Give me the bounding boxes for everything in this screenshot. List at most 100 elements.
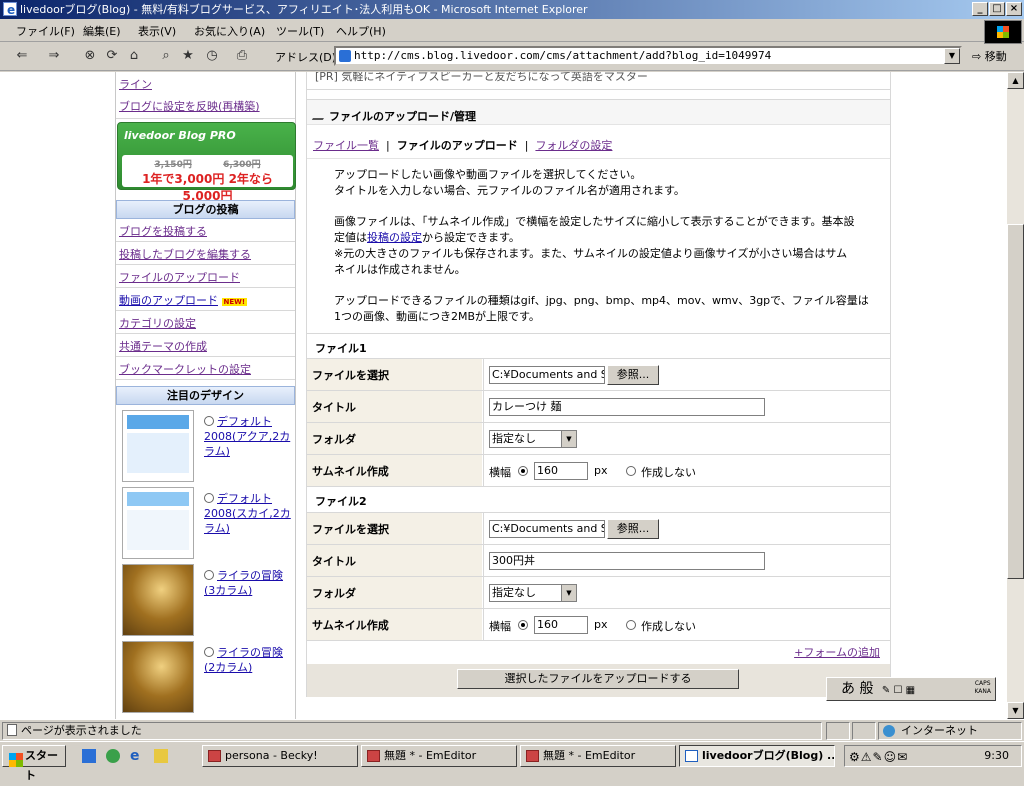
design-option-label[interactable]: ライラの冒険(3カラム) xyxy=(204,568,294,598)
search-icon[interactable]: ⌕ xyxy=(158,48,174,64)
file1-no-thumb-radio[interactable] xyxy=(626,466,636,476)
minimize-button[interactable]: _ xyxy=(972,2,988,16)
file-select-cell: C:¥Documents and S 参照... xyxy=(483,359,890,390)
upload-submit-button[interactable]: 選択したファイルをアップロードする xyxy=(457,669,739,689)
tab-folder-settings[interactable]: フォルダの設定 xyxy=(535,139,612,152)
sidebar-item-bookmarklet[interactable]: ブックマークレットの設定 xyxy=(116,357,295,380)
ime-toolbar[interactable]: あ 般 ✎ ☐ ▦ CAPS KANA xyxy=(826,677,996,701)
px-label: px xyxy=(594,464,608,477)
print-icon[interactable]: ⎙ xyxy=(234,48,250,64)
no-thumb-label: 作成しない xyxy=(641,466,696,479)
sidebar-item-video-upload[interactable]: 動画のアップロード NEW! xyxy=(116,288,295,311)
scroll-down-icon[interactable]: ▼ xyxy=(1007,702,1024,719)
design-link[interactable]: ライラの冒険(2カラム) xyxy=(204,646,283,674)
zone-text: インターネット xyxy=(901,724,978,737)
back-icon[interactable]: ⇐ xyxy=(14,48,30,64)
design-link[interactable]: デフォルト2008(アクア,2カラム) xyxy=(204,415,290,458)
go-label: 移動 xyxy=(984,50,1007,63)
design-thumbnail[interactable] xyxy=(122,487,194,559)
pro-old-price-2: 6,300円 xyxy=(223,160,261,170)
file2-title-input[interactable]: 300円丼 xyxy=(489,552,765,570)
task-emeditor-2[interactable]: 無題 * - EmEditor xyxy=(520,745,676,767)
file2-path-input[interactable]: C:¥Documents and S xyxy=(489,520,605,538)
file1-path-input[interactable]: C:¥Documents and S xyxy=(489,366,605,384)
caps-label: CAPS xyxy=(974,680,991,687)
task-becky[interactable]: persona - Becky! xyxy=(202,745,358,767)
design-thumbnail[interactable] xyxy=(122,641,194,713)
blog-pro-banner[interactable]: livedoor Blog PRO 3,150円 6,300円 1年で3,000… xyxy=(117,122,296,203)
radio-button[interactable] xyxy=(204,647,214,657)
ime-tool-icons[interactable]: ✎ ☐ ▦ xyxy=(882,685,915,696)
design-option-label[interactable]: デフォルト2008(アクア,2カラム) xyxy=(204,414,294,459)
quicklaunch-desktop-icon[interactable] xyxy=(82,749,96,763)
quicklaunch-folder-icon[interactable] xyxy=(154,749,168,763)
vertical-scrollbar[interactable]: ▲ ▼ xyxy=(1007,72,1024,719)
folder-select-value: 指定なし xyxy=(492,586,536,599)
file-select-cell: C:¥Documents and S 参照... xyxy=(483,513,890,544)
sidebar-link-line[interactable]: ライン xyxy=(119,76,152,92)
menu-help[interactable]: ヘルプ(H) xyxy=(336,23,386,39)
forward-icon[interactable]: ⇒ xyxy=(46,48,62,64)
tab-file-list[interactable]: ファイル一覧 xyxy=(313,139,379,152)
maximize-button[interactable]: □ xyxy=(989,2,1005,16)
design-option-label[interactable]: ライラの冒険(2カラム) xyxy=(204,645,294,675)
design-thumbnail[interactable] xyxy=(122,410,194,482)
file1-width-input[interactable]: 160 xyxy=(534,462,588,480)
file2-width-input[interactable]: 160 xyxy=(534,616,588,634)
sidebar-item-file-upload[interactable]: ファイルのアップロード xyxy=(116,265,295,288)
start-button[interactable]: スタート xyxy=(2,745,66,782)
sidebar-item-post[interactable]: ブログを投稿する xyxy=(116,219,295,242)
sidebar-item-common-theme[interactable]: 共通テーマの作成 xyxy=(116,334,295,357)
stop-icon[interactable]: ⊗ xyxy=(82,48,98,64)
refresh-icon[interactable]: ⟳ xyxy=(104,48,120,64)
menu-tools[interactable]: ツール(T) xyxy=(276,23,324,39)
file2-folder-select[interactable]: 指定なし ▼ xyxy=(489,584,577,602)
menu-edit[interactable]: 編集(E) xyxy=(83,23,121,39)
close-button[interactable]: × xyxy=(1006,2,1022,16)
scroll-thumb[interactable] xyxy=(1007,224,1024,579)
sidebar: ライン ブログに設定を反映(再構築) livedoor Blog PRO 3,1… xyxy=(115,72,296,719)
file2-width-radio[interactable] xyxy=(518,620,528,630)
post-settings-link[interactable]: 投稿の設定 xyxy=(367,231,422,244)
file2-browse-button[interactable]: 参照... xyxy=(607,519,659,539)
design-thumbnail[interactable] xyxy=(122,564,194,636)
go-button[interactable]: ⇨ 移動 xyxy=(972,48,1007,64)
sidebar-item-category[interactable]: カテゴリの設定 xyxy=(116,311,295,334)
address-input[interactable]: http://cms.blog.livedoor.com/cms/attachm… xyxy=(334,46,962,66)
menu-favorites[interactable]: お気に入り(A) xyxy=(194,23,265,39)
file1-browse-button[interactable]: 参照... xyxy=(607,365,659,385)
ime-mode[interactable]: あ 般 xyxy=(841,681,873,697)
instruction-line: 1つの画像、動画につき2MBが上限です。 xyxy=(334,310,540,323)
quicklaunch-ie-icon[interactable]: e xyxy=(130,749,144,763)
address-dropdown-icon[interactable]: ▼ xyxy=(944,48,960,64)
clock[interactable]: 9:30 xyxy=(984,746,1009,766)
design-link[interactable]: ライラの冒険(3カラム) xyxy=(204,569,283,597)
file1-folder-select[interactable]: 指定なし ▼ xyxy=(489,430,577,448)
task-emeditor-1[interactable]: 無題 * - EmEditor xyxy=(361,745,517,767)
radio-button[interactable] xyxy=(204,493,214,503)
radio-button[interactable] xyxy=(204,570,214,580)
favorites-icon[interactable]: ★ xyxy=(180,48,196,64)
sidebar-link-rebuild[interactable]: ブログに設定を反映(再構築) xyxy=(116,94,295,119)
quicklaunch-media-icon[interactable] xyxy=(106,749,120,763)
thumbnail-label: サムネイル作成 xyxy=(307,609,482,640)
history-icon[interactable]: ◷ xyxy=(204,48,220,64)
tray-icons[interactable]: ⚙⚠✎☺✉ xyxy=(849,747,908,767)
instruction-line: ※元の大きさのファイルも保存されます。また、サムネイルの設定値より画像サイズが小… xyxy=(334,247,848,260)
task-livedoor[interactable]: livedoorブログ(Blog) ... xyxy=(679,745,835,767)
file2-no-thumb-radio[interactable] xyxy=(626,620,636,630)
instruction-line: アップロードできるファイルの種類はgif、jpg、png、bmp、mp4、mov… xyxy=(334,294,869,307)
pr-link[interactable]: [PR] 気軽にネイティブスピーカーと友だちになって英語をマスター xyxy=(315,72,648,84)
home-icon[interactable]: ⌂ xyxy=(126,48,142,64)
design-option-label[interactable]: デフォルト2008(スカイ,2カラム) xyxy=(204,491,294,536)
sidebar-item-edit[interactable]: 投稿したブログを編集する xyxy=(116,242,295,265)
menu-view[interactable]: 表示(V) xyxy=(138,23,176,39)
add-form-link[interactable]: +フォームの追加 xyxy=(794,644,880,660)
zone-cell: インターネット xyxy=(878,722,1022,740)
menu-file[interactable]: ファイル(F) xyxy=(16,23,75,39)
design-link[interactable]: デフォルト2008(スカイ,2カラム) xyxy=(204,492,291,535)
file1-title-input[interactable]: カレーつけ 麺 xyxy=(489,398,765,416)
radio-button[interactable] xyxy=(204,416,214,426)
scroll-up-icon[interactable]: ▲ xyxy=(1007,72,1024,89)
file1-width-radio[interactable] xyxy=(518,466,528,476)
